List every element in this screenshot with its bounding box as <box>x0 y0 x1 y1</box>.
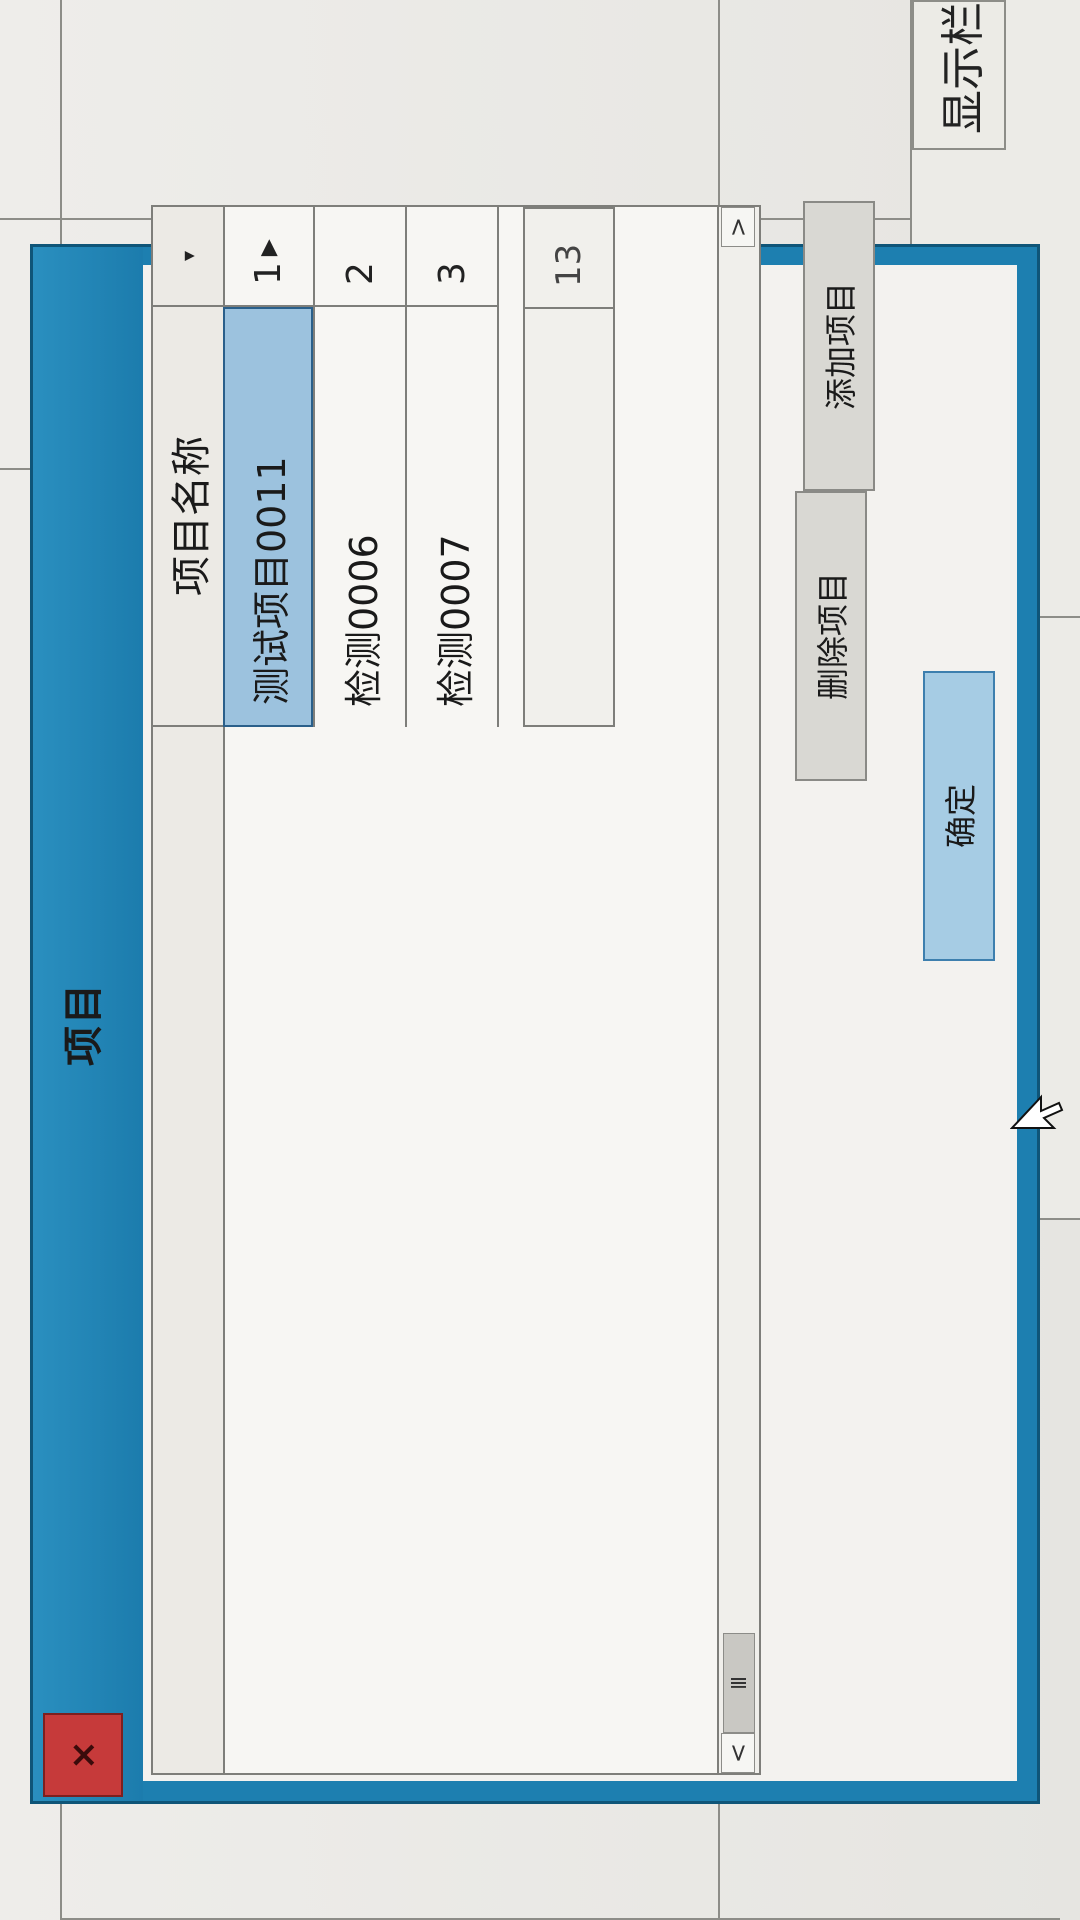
ok-button[interactable]: 确定 <box>923 671 995 961</box>
project-dialog: × 项目 ▾ 项目名称 1 ▶ 测试项目0011 2 检测0006 3 检测00… <box>30 201 1040 1804</box>
dialog-titlebar[interactable]: × 项目 <box>33 247 143 1801</box>
bg-label-box: 显示栏 <box>912 0 1006 150</box>
table-row[interactable]: 2 检测0006 <box>315 207 407 727</box>
delete-project-button[interactable]: 删除项目 <box>795 491 867 781</box>
project-grid[interactable]: ▾ 项目名称 1 ▶ 测试项目0011 2 检测0006 3 检测0007 13… <box>151 205 761 1775</box>
row-number-cell[interactable]: 1 ▶ <box>223 207 313 307</box>
dialog-body: ▾ 项目名称 1 ▶ 测试项目0011 2 检测0006 3 检测0007 13… <box>143 201 1017 1781</box>
mouse-cursor-icon <box>1010 1094 1064 1129</box>
scroll-right-button[interactable]: > <box>721 207 755 247</box>
horizontal-scrollbar[interactable]: < Ⅲ > <box>717 207 759 1773</box>
project-name-cell[interactable]: 检测0007 <box>407 307 497 727</box>
bg-label-text: 显示栏 <box>938 2 989 134</box>
count-field[interactable]: 13 <box>523 207 615 727</box>
row-number: 2 <box>339 262 381 285</box>
row-number-cell[interactable]: 2 <box>315 207 405 307</box>
project-name-cell[interactable]: 检测0006 <box>315 307 405 727</box>
dialog-title: 项目 <box>61 982 107 1066</box>
table-row[interactable]: 1 ▶ 测试项目0011 <box>223 207 315 727</box>
grid-header: ▾ 项目名称 <box>153 207 225 1773</box>
dropdown-arrow-icon: ▾ <box>176 250 200 262</box>
chevron-right-icon: > <box>724 216 752 238</box>
scrollbar-thumb[interactable]: Ⅲ <box>723 1633 755 1733</box>
count-value: 13 <box>525 209 613 309</box>
project-name-cell[interactable]: 测试项目0011 <box>223 307 313 727</box>
close-button[interactable]: × <box>43 1713 123 1797</box>
grip-icon: Ⅲ <box>727 1676 751 1690</box>
scroll-left-button[interactable]: < <box>721 1733 755 1773</box>
row-number-cell[interactable]: 3 <box>407 207 497 307</box>
column-header-project-name[interactable]: 项目名称 <box>153 307 223 727</box>
table-row[interactable]: 3 检测0007 <box>407 207 499 727</box>
close-icon: × <box>62 1739 104 1771</box>
current-row-arrow-icon: ▶ <box>255 239 281 257</box>
chevron-left-icon: < <box>724 1742 752 1764</box>
screen: 显示栏 × 项目 ▾ 项目名称 1 ▶ 测试项目0011 2 检测0006 3 … <box>0 0 1080 1920</box>
add-project-button[interactable]: 添加项目 <box>803 201 875 491</box>
grid-corner-cell[interactable]: ▾ <box>153 207 223 307</box>
row-number: 3 <box>431 262 473 285</box>
row-number: 1 <box>247 262 289 285</box>
